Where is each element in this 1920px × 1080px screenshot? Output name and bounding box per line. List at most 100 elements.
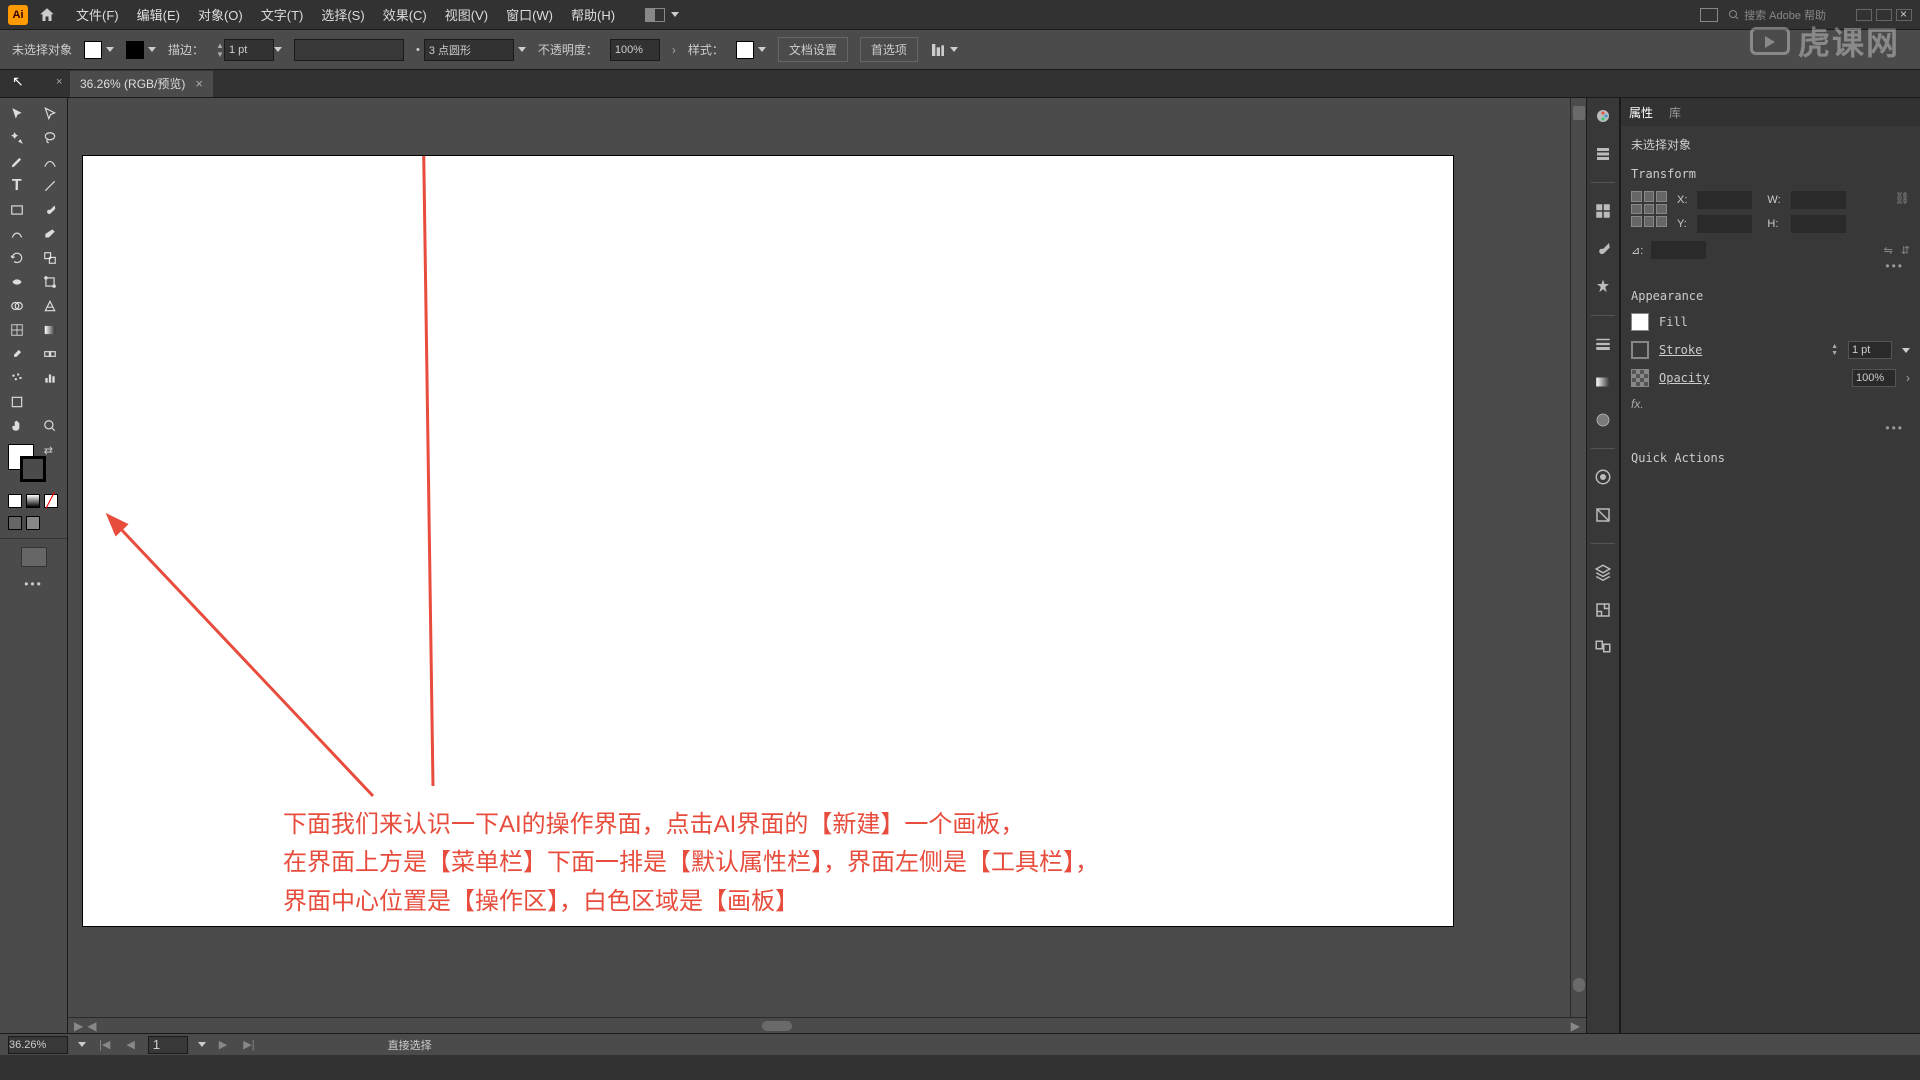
artboard-tool[interactable] (0, 390, 34, 414)
fill-stroke-control[interactable]: ⇄ (4, 444, 63, 484)
menu-view[interactable]: 视图(V) (445, 5, 488, 24)
width-tool[interactable] (0, 270, 34, 294)
artboard-next[interactable]: ▶ (216, 1038, 230, 1051)
fx-label[interactable]: fx. (1631, 397, 1644, 411)
paintbrush-tool[interactable] (34, 198, 68, 222)
appearance-more[interactable]: ••• (1885, 421, 1904, 435)
slice-tool[interactable] (34, 390, 68, 414)
screen-mode-normal[interactable] (8, 516, 22, 530)
brush-dropdown[interactable] (518, 47, 526, 52)
artboard-prev[interactable]: ◀ (123, 1038, 137, 1051)
zoom-dropdown[interactable] (78, 1042, 86, 1047)
tab-close-button[interactable]: × (195, 76, 203, 91)
transparency-panel-icon[interactable] (1593, 410, 1613, 430)
eraser-tool[interactable] (34, 222, 68, 246)
eyedropper-tool[interactable] (0, 342, 34, 366)
stroke-weight-dropdown[interactable] (274, 47, 282, 52)
mesh-tool[interactable] (0, 318, 34, 342)
style-swatch[interactable] (736, 41, 754, 59)
swatches-panel-icon[interactable] (1593, 201, 1613, 221)
appearance-opacity-swatch[interactable] (1631, 369, 1649, 387)
gradient-panel-icon[interactable] (1593, 372, 1613, 392)
appearance-stroke-input[interactable] (1848, 341, 1892, 359)
h-input[interactable] (1791, 215, 1846, 233)
curvature-tool[interactable] (34, 150, 68, 174)
home-icon[interactable] (38, 6, 56, 24)
menu-select[interactable]: 选择(S) (321, 5, 364, 24)
vertical-scrollbar[interactable] (1570, 98, 1586, 1017)
menu-edit[interactable]: 编辑(E) (137, 5, 180, 24)
canvas-area[interactable]: 下面我们来认识一下AI的操作界面，点击AI界面的【新建】一个画板， 在界面上方是… (68, 98, 1586, 1033)
type-tool[interactable]: T (0, 174, 34, 198)
selection-tool[interactable] (0, 102, 34, 126)
reference-point[interactable] (1631, 191, 1667, 227)
draw-mode[interactable] (21, 547, 47, 567)
asset-export-icon[interactable] (1593, 600, 1613, 620)
artboards-panel-icon[interactable] (1593, 638, 1613, 658)
magic-wand-tool[interactable] (0, 126, 34, 150)
shape-builder-tool[interactable] (0, 294, 34, 318)
appearance-stroke-swatch[interactable] (1631, 341, 1649, 359)
align-icon[interactable] (930, 42, 946, 58)
color-mode-none[interactable]: ╱ (44, 494, 58, 508)
y-input[interactable] (1697, 215, 1752, 233)
artboard-dropdown[interactable] (198, 1042, 206, 1047)
brushes-panel-icon[interactable] (1593, 239, 1613, 259)
swap-fill-stroke-icon[interactable]: ⇄ (44, 444, 53, 457)
opacity-input[interactable] (610, 39, 660, 61)
zoom-select[interactable] (8, 1036, 68, 1054)
fill-swatch[interactable] (84, 41, 102, 59)
stroke-box[interactable] (20, 456, 46, 482)
graphic-styles-icon[interactable] (1593, 505, 1613, 525)
color-guide-icon[interactable] (1593, 144, 1613, 164)
blend-tool[interactable] (34, 342, 68, 366)
document-tab[interactable]: 36.26% (RGB/预览) × (70, 71, 213, 97)
doc-setup-button[interactable]: 文档设置 (778, 37, 848, 62)
artboard-last[interactable]: ▶| (240, 1038, 257, 1051)
transform-more[interactable]: ••• (1885, 259, 1904, 273)
stroke-stepper[interactable]: ▲▼ (216, 41, 224, 59)
menu-object[interactable]: 对象(O) (198, 5, 243, 24)
menu-file[interactable]: 文件(F) (76, 5, 119, 24)
opacity-flyout-panel[interactable]: › (1906, 371, 1910, 385)
arrange-docs-icon[interactable] (645, 8, 665, 22)
align-dropdown[interactable] (950, 47, 958, 52)
flip-h-icon[interactable]: ⇋ (1884, 244, 1893, 257)
stroke-swatch[interactable] (126, 41, 144, 59)
stroke-panel-icon[interactable] (1593, 334, 1613, 354)
direct-selection-tool[interactable] (34, 102, 68, 126)
stroke-weight-input[interactable] (224, 39, 274, 61)
artboard-first[interactable]: |◀ (96, 1038, 113, 1051)
symbols-panel-icon[interactable] (1593, 277, 1613, 297)
stroke-dropdown-panel[interactable] (1902, 348, 1910, 353)
color-panel-icon[interactable] (1593, 106, 1613, 126)
appearance-fill-swatch[interactable] (1631, 313, 1649, 331)
screen-mode-full[interactable] (26, 516, 40, 530)
shaper-tool[interactable] (0, 222, 34, 246)
horizontal-scrollbar[interactable]: ▶ ◀ ▶ (68, 1017, 1586, 1033)
fill-dropdown[interactable] (106, 47, 114, 52)
menu-type[interactable]: 文字(T) (261, 5, 304, 24)
layers-panel-icon[interactable] (1593, 562, 1613, 582)
prefs-button[interactable]: 首选项 (860, 37, 918, 62)
zoom-tool[interactable] (34, 414, 68, 438)
symbol-sprayer-tool[interactable] (0, 366, 34, 390)
artboard-number[interactable] (148, 1036, 188, 1054)
line-tool[interactable] (34, 174, 68, 198)
var-width-profile[interactable] (294, 39, 404, 61)
appearance-panel-icon[interactable] (1593, 467, 1613, 487)
link-wh-icon[interactable]: ⛓ (1895, 191, 1910, 233)
stroke-stepper-panel[interactable]: ▲▼ (1831, 343, 1838, 357)
gradient-tool[interactable] (34, 318, 68, 342)
lasso-tool[interactable] (34, 126, 68, 150)
color-mode-solid[interactable] (8, 494, 22, 508)
pen-tool[interactable] (0, 150, 34, 174)
hand-tool[interactable] (0, 414, 34, 438)
menu-window[interactable]: 窗口(W) (506, 5, 553, 24)
color-mode-gradient[interactable] (26, 494, 40, 508)
free-transform-tool[interactable] (34, 270, 68, 294)
panel-close[interactable]: × (56, 76, 62, 88)
menu-help[interactable]: 帮助(H) (571, 5, 615, 24)
graph-tool[interactable] (34, 366, 68, 390)
w-input[interactable] (1791, 191, 1846, 209)
